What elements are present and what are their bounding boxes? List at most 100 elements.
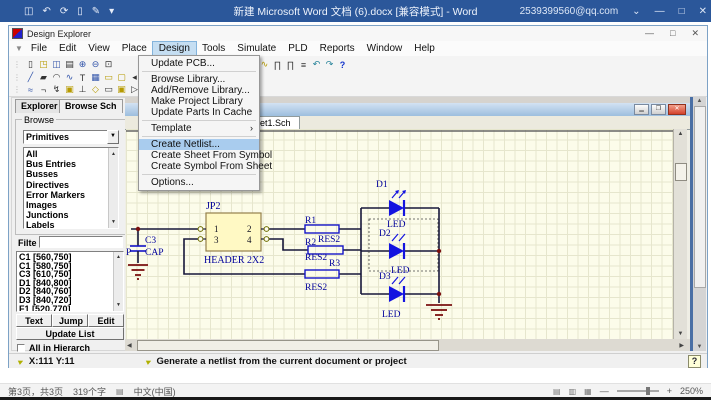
canvas-vertical-scrollbar[interactable]: ▲ ▼ xyxy=(673,129,687,339)
category-listbox[interactable]: All Bus Entries Busses Directives Error … xyxy=(23,147,119,229)
app-titlebar[interactable]: Design Explorer — □ ✕ xyxy=(9,26,707,41)
web-layout-icon[interactable]: ▦ xyxy=(584,387,592,396)
rect-tool-icon[interactable]: ▭ xyxy=(102,72,115,83)
scrollbar-thumb[interactable] xyxy=(137,340,439,351)
print-icon[interactable]: ▤ xyxy=(63,59,76,70)
menuitem-make-project-library[interactable]: Make Project Library xyxy=(139,96,259,107)
menuitem-create-netlist[interactable]: Create Netlist... xyxy=(139,139,259,150)
format-painter-icon[interactable]: ✎ xyxy=(92,6,100,17)
word-maximize-button[interactable]: □ xyxy=(679,6,685,17)
bus-tool-icon[interactable]: ≈ xyxy=(24,85,37,95)
doc-restore-button[interactable]: ❐ xyxy=(651,104,666,115)
component-c3[interactable]: C3 CAP P xyxy=(126,236,163,279)
tab-browse-sch[interactable]: Browse Sch xyxy=(59,99,123,113)
zoom-out-button[interactable]: — xyxy=(600,386,609,396)
zoom-in-icon[interactable]: ⊕ xyxy=(76,59,89,70)
update-list-button[interactable]: Update List xyxy=(16,327,124,340)
read-mode-icon[interactable]: ▤ xyxy=(553,387,561,396)
menu-place[interactable]: Place xyxy=(116,42,153,55)
scroll-down-icon[interactable]: ▼ xyxy=(109,217,118,227)
canvas-horizontal-scrollbar[interactable]: ◀ ▶ xyxy=(125,339,690,351)
category-item[interactable]: Directives xyxy=(26,180,116,190)
doc-close-button[interactable]: ✕ xyxy=(668,104,686,115)
jump-button[interactable]: Jump xyxy=(52,314,88,327)
component-d3[interactable]: D3 LED xyxy=(379,272,405,320)
new-doc-icon[interactable]: ▯ xyxy=(77,6,83,17)
category-item[interactable]: Junctions xyxy=(26,210,116,220)
page-info[interactable]: 第3页，共3页 xyxy=(8,385,63,398)
component-d2[interactable]: D2 LED xyxy=(379,229,410,276)
system-menu-icon[interactable]: ▼ xyxy=(15,44,23,53)
menu-design[interactable]: Design xyxy=(153,42,196,55)
all-in-hierarchy-checkrow[interactable]: All in Hierarch xyxy=(17,343,90,353)
workspace-vertical-scrollbar[interactable]: ▲ ▼ xyxy=(693,97,706,351)
undo-icon[interactable]: ↶ xyxy=(310,59,323,70)
undo-icon[interactable]: ↶ xyxy=(42,6,50,17)
zoom-area-icon[interactable]: ⊡ xyxy=(102,59,115,70)
menu-tools[interactable]: Tools xyxy=(196,42,231,55)
object-listbox[interactable]: C1 [560,750] C1 [580,750] C3 [610,750] D… xyxy=(16,251,124,312)
menu-window[interactable]: Window xyxy=(361,42,409,55)
qat-customize-icon[interactable]: ▾ xyxy=(109,6,114,17)
zoom-out-icon[interactable]: ⊖ xyxy=(89,59,102,70)
word-minimize-button[interactable]: — xyxy=(655,6,665,17)
bezier-tool-icon[interactable]: ∿ xyxy=(63,72,76,83)
menu-view[interactable]: View xyxy=(82,42,116,55)
text-tool-icon[interactable]: T xyxy=(76,73,89,83)
category-item[interactable]: All xyxy=(26,149,116,159)
filter-input[interactable] xyxy=(39,236,123,248)
category-list-scrollbar[interactable]: ▲ ▼ xyxy=(108,148,118,228)
zoom-in-button[interactable]: + xyxy=(667,386,672,396)
app-minimize-button[interactable]: — xyxy=(645,28,654,39)
text-button[interactable]: Text xyxy=(16,314,52,327)
sheet-entry-tool-icon[interactable]: ▣ xyxy=(115,84,128,95)
component-d1[interactable]: D1 LED xyxy=(376,180,406,230)
category-item[interactable]: Images xyxy=(26,200,116,210)
language-indicator[interactable]: 中文(中国) xyxy=(134,385,176,398)
save-icon[interactable]: ◫ xyxy=(50,59,63,70)
tab-explorer[interactable]: Explorer xyxy=(15,99,64,113)
scrollbar-thumb[interactable] xyxy=(675,163,687,181)
wire-tool-icon[interactable]: ↯ xyxy=(50,84,63,95)
bus-entry-tool-icon[interactable]: ¬ xyxy=(37,85,50,95)
scroll-up-icon[interactable]: ▲ xyxy=(693,98,706,104)
annotate-icon[interactable]: ≡ xyxy=(297,60,310,70)
net-label-tool-icon[interactable]: ▣ xyxy=(63,84,76,95)
dropdown-arrow-icon[interactable]: ▼ xyxy=(107,130,119,144)
menu-file[interactable]: File xyxy=(25,42,53,55)
scroll-down-icon[interactable]: ▼ xyxy=(693,344,706,350)
gnd-power-port-icon[interactable]: ⊥ xyxy=(76,84,89,95)
ground-symbol[interactable] xyxy=(426,305,452,319)
line-tool-icon[interactable]: ╱ xyxy=(24,72,37,83)
menuitem-add-remove-library[interactable]: Add/Remove Library... xyxy=(139,85,259,96)
arc-tool-icon[interactable]: ◠ xyxy=(50,72,63,83)
new-sheet-icon[interactable]: ▯ xyxy=(24,59,37,70)
category-item[interactable]: Labels xyxy=(26,220,116,229)
scroll-up-icon[interactable]: ▲ xyxy=(114,253,123,262)
menu-simulate[interactable]: Simulate xyxy=(231,42,282,55)
scroll-down-icon[interactable]: ▼ xyxy=(674,331,687,337)
menuitem-update-parts-in-cache[interactable]: Update Parts In Cache xyxy=(139,107,259,118)
polygon-tool-icon[interactable]: ▰ xyxy=(37,72,50,83)
image-tool-icon[interactable]: ▦ xyxy=(89,72,102,83)
word-close-button[interactable]: ✕ xyxy=(699,6,707,17)
redo-icon[interactable]: ⟳ xyxy=(60,6,68,17)
object-list-scrollbar[interactable]: ▲ ▼ xyxy=(113,252,123,311)
all-in-hierarchy-checkbox[interactable] xyxy=(17,344,25,352)
account-email[interactable]: 2539399560@qq.com xyxy=(520,6,619,17)
doc-minimize-button[interactable]: ▁ xyxy=(634,104,649,115)
category-item[interactable]: Busses xyxy=(26,169,116,179)
help-icon[interactable]: ? xyxy=(336,60,349,70)
part-tool-icon[interactable]: ◇ xyxy=(89,84,102,95)
menuitem-browse-library[interactable]: Browse Library... xyxy=(139,74,259,85)
scroll-left-icon[interactable]: ◀ xyxy=(127,342,132,349)
menu-edit[interactable]: Edit xyxy=(53,42,82,55)
scroll-up-icon[interactable]: ▲ xyxy=(674,131,687,137)
component-r3[interactable]: R3 RES2 xyxy=(305,259,340,293)
scroll-up-icon[interactable]: ▲ xyxy=(109,149,118,159)
open-document-icon[interactable]: ◳ xyxy=(37,59,50,70)
word-count[interactable]: 319个字 xyxy=(73,385,106,398)
menuitem-template[interactable]: Template › xyxy=(139,123,259,134)
menu-help[interactable]: Help xyxy=(408,42,441,55)
toolbar-handle[interactable]: ⋮ xyxy=(13,73,21,82)
